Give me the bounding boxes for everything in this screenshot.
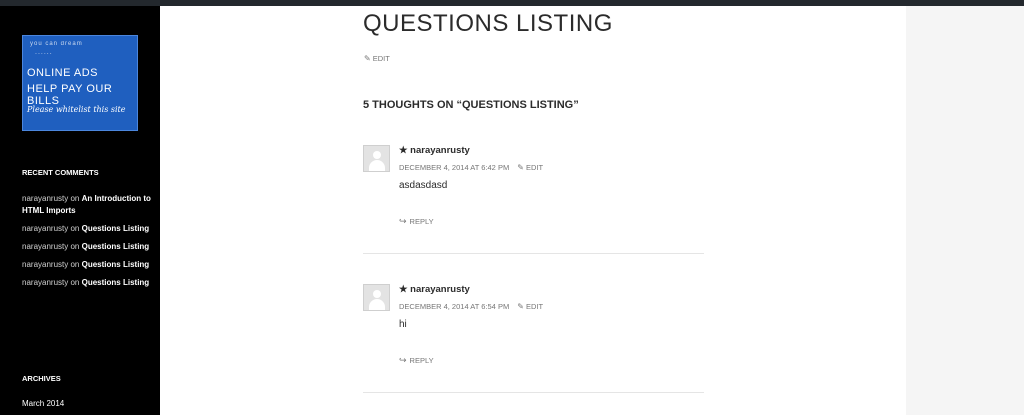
pencil-icon: ✎ (517, 163, 524, 172)
avatar-body-shape (369, 299, 385, 310)
comment-meta: DECEMBER 4, 2014 AT 6:42 PM ✎ EDIT (399, 163, 543, 172)
post-edit-link[interactable]: ✎ EDIT (364, 54, 390, 63)
recent-comment-author[interactable]: narayanrusty (22, 224, 68, 233)
page-title: QUESTIONS LISTING (363, 10, 613, 37)
recent-comment-on: on (70, 194, 80, 203)
recent-comment-item: narayanrusty on Questions Listing (22, 277, 152, 289)
comment-edit-link[interactable]: ✎ EDIT (517, 163, 543, 172)
recent-comment-item: narayanrusty on Questions Listing (22, 241, 152, 253)
avatar-head-shape (373, 151, 381, 159)
recent-comment-author[interactable]: narayanrusty (22, 242, 68, 251)
recent-comment-post-link[interactable]: Questions Listing (82, 224, 150, 233)
comment-edit-link[interactable]: ✎ EDIT (517, 302, 543, 311)
recent-comment-on: on (70, 224, 80, 233)
post-edit-label: EDIT (372, 54, 390, 63)
default-avatar-icon (363, 145, 390, 172)
recent-comment-author[interactable]: narayanrusty (22, 260, 68, 269)
comment-date-link[interactable]: DECEMBER 4, 2014 AT 6:54 PM (399, 302, 509, 311)
ad-line-1: ONLINE ADS (27, 67, 99, 79)
comment-edit-label: EDIT (526, 302, 544, 311)
recent-comment-author[interactable]: narayanrusty (22, 194, 68, 203)
pencil-icon: ✎ (364, 54, 371, 63)
recent-comment-post-link[interactable]: Questions Listing (82, 278, 150, 287)
comment-item: ★ narayanrusty DECEMBER 4, 2014 AT 6:54 … (363, 284, 704, 414)
ad-line-2: HELP PAY OUR BILLS (27, 83, 113, 107)
reply-arrow-icon: ↪ (399, 355, 407, 365)
recent-comment-on: on (70, 260, 80, 269)
recent-comment-on: on (70, 242, 80, 251)
recent-comment-on: on (70, 278, 80, 287)
comment-date-link[interactable]: DECEMBER 4, 2014 AT 6:42 PM (399, 163, 509, 172)
reply-label: REPLY (409, 217, 434, 226)
comment-divider (363, 253, 704, 254)
reply-label: REPLY (409, 356, 434, 365)
reply-arrow-icon: ↪ (399, 216, 407, 226)
comment-item: ★ narayanrusty DECEMBER 4, 2014 AT 6:42 … (363, 145, 704, 275)
recent-comment-item: narayanrusty on An Introduction to HTML … (22, 193, 152, 217)
archives-title: ARCHIVES (22, 374, 61, 383)
recent-comment-author[interactable]: narayanrusty (22, 278, 68, 287)
default-avatar-icon (363, 284, 390, 311)
right-gutter (906, 6, 1024, 415)
recent-comment-item: narayanrusty on Questions Listing (22, 223, 152, 235)
recent-comment-post-link[interactable]: Questions Listing (82, 242, 150, 251)
comment-author[interactable]: ★ narayanrusty (399, 284, 470, 295)
recent-comments-list: narayanrusty on An Introduction to HTML … (22, 193, 152, 295)
comment-text: asdasdasd (399, 180, 448, 191)
recent-comments-title: RECENT COMMENTS (22, 168, 99, 177)
ad-small-text: you can dream (30, 41, 83, 47)
ad-line-3: Please whitelist this site (27, 105, 126, 114)
avatar-head-shape (373, 290, 381, 298)
recent-comment-item: narayanrusty on Questions Listing (22, 259, 152, 271)
pencil-icon: ✎ (517, 302, 524, 311)
comment-meta: DECEMBER 4, 2014 AT 6:54 PM ✎ EDIT (399, 302, 543, 311)
reply-button[interactable]: ↪ REPLY (399, 216, 434, 227)
comment-divider (363, 392, 704, 393)
comment-author[interactable]: ★ narayanrusty (399, 145, 470, 156)
comments-title: 5 THOUGHTS ON “QUESTIONS LISTING” (363, 99, 579, 111)
archive-link-march-2014[interactable]: March 2014 (22, 399, 64, 408)
avatar-body-shape (369, 160, 385, 171)
reply-button[interactable]: ↪ REPLY (399, 355, 434, 366)
sidebar: you can dream ...... ONLINE ADS HELP PAY… (0, 6, 160, 415)
comment-text: hi (399, 319, 407, 330)
comment-edit-label: EDIT (526, 163, 544, 172)
ad-dots: ...... (35, 49, 53, 56)
ad-banner[interactable]: you can dream ...... ONLINE ADS HELP PAY… (22, 35, 138, 131)
recent-comment-post-link[interactable]: Questions Listing (82, 260, 150, 269)
